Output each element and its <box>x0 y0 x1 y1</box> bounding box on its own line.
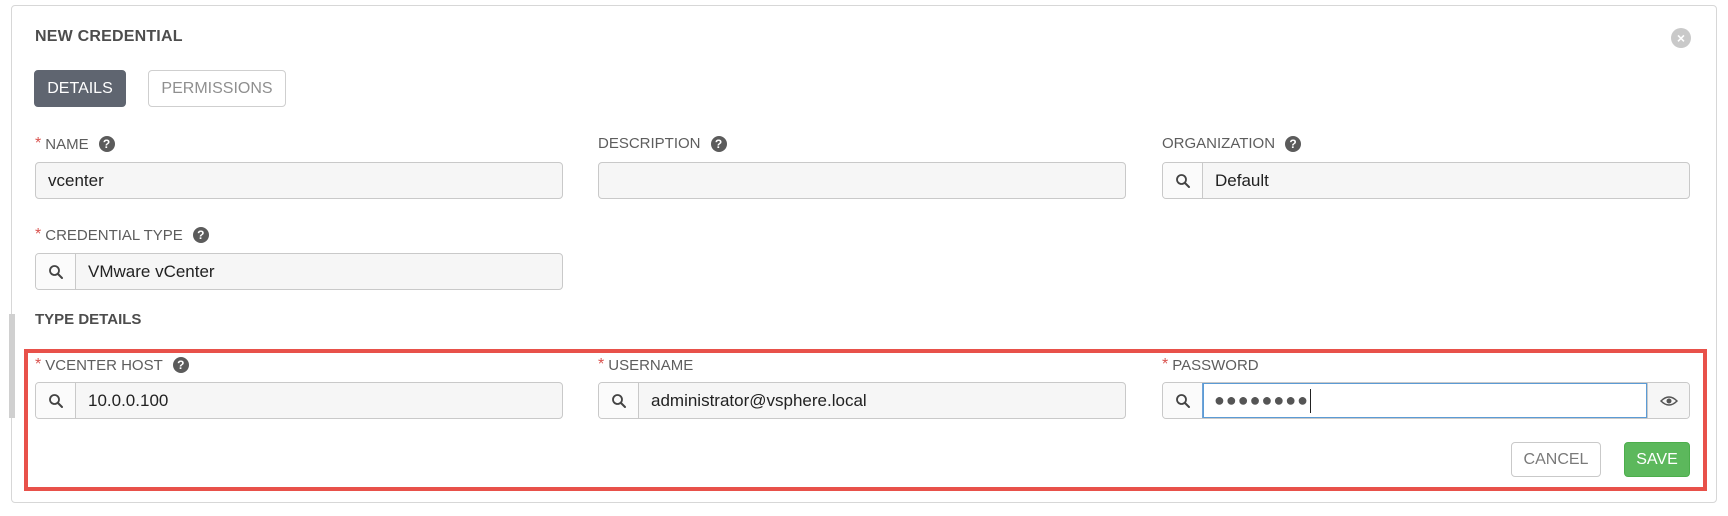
username-label-text: USERNAME <box>608 356 694 374</box>
save-button[interactable]: SAVE <box>1624 442 1690 477</box>
description-label: DESCRIPTION ? <box>598 135 727 152</box>
search-icon <box>48 264 63 279</box>
description-label-text: DESCRIPTION <box>598 135 701 152</box>
help-icon[interactable]: ? <box>710 135 727 152</box>
dialog-title: NEW CREDENTIAL <box>35 28 183 45</box>
vcenter-host-value: 10.0.0.100 <box>88 390 169 410</box>
vcenter-host-label: * VCENTER HOST ? <box>35 356 189 374</box>
help-icon[interactable]: ? <box>172 357 189 373</box>
name-label: * NAME ? <box>35 135 115 153</box>
credential-type-value: VMware vCenter <box>88 261 215 281</box>
credential-type-search-button[interactable] <box>36 254 76 289</box>
search-icon <box>48 393 63 408</box>
username-search-button[interactable] <box>599 383 639 418</box>
name-field[interactable]: vcenter <box>35 162 563 199</box>
username-value: administrator@vsphere.local <box>651 390 867 410</box>
highlight-box <box>24 349 1707 491</box>
show-password-button[interactable] <box>1647 383 1689 418</box>
description-field[interactable] <box>598 162 1126 199</box>
password-label: * PASSWORD <box>1162 356 1259 374</box>
search-icon <box>1175 173 1190 188</box>
required-marker: * <box>1162 356 1169 373</box>
name-value: vcenter <box>48 170 104 190</box>
search-icon <box>611 393 626 408</box>
password-search-button[interactable] <box>1163 383 1203 418</box>
scroll-indicator <box>9 314 15 418</box>
password-masked-value: ●●●●●●●● <box>1214 390 1309 410</box>
vcenter-host-label-text: VCENTER HOST <box>45 356 163 374</box>
required-marker: * <box>35 135 42 152</box>
credential-type-label: * CREDENTIAL TYPE ? <box>35 226 209 244</box>
credential-type-lookup-field[interactable]: VMware vCenter <box>35 253 563 290</box>
eye-icon <box>1659 395 1678 406</box>
type-details-heading: TYPE DETAILS <box>35 311 142 328</box>
tab-permissions[interactable]: PERMISSIONS <box>148 70 286 107</box>
password-label-text: PASSWORD <box>1172 356 1259 374</box>
organization-label-text: ORGANIZATION <box>1162 135 1276 152</box>
required-marker: * <box>598 356 605 373</box>
required-marker: * <box>35 226 42 243</box>
organization-value: Default <box>1215 170 1269 190</box>
organization-lookup-field[interactable]: Default <box>1162 162 1690 199</box>
search-icon <box>1175 393 1190 408</box>
organization-search-button[interactable] <box>1163 163 1203 198</box>
vcenter-host-search-button[interactable] <box>36 383 76 418</box>
password-input[interactable]: ●●●●●●●● <box>1203 383 1647 418</box>
username-field[interactable]: administrator@vsphere.local <box>598 382 1126 419</box>
required-marker: * <box>35 356 42 373</box>
text-caret <box>1309 388 1311 413</box>
cancel-button[interactable]: CANCEL <box>1511 442 1601 477</box>
credential-type-label-text: CREDENTIAL TYPE <box>45 226 183 244</box>
organization-label: ORGANIZATION ? <box>1162 135 1302 152</box>
username-label: * USERNAME <box>598 356 693 374</box>
close-icon[interactable]: × <box>1671 28 1691 48</box>
password-field[interactable]: ●●●●●●●● <box>1162 382 1690 419</box>
vcenter-host-field[interactable]: 10.0.0.100 <box>35 382 563 419</box>
help-icon[interactable]: ? <box>192 227 209 243</box>
help-icon[interactable]: ? <box>1285 135 1302 152</box>
tab-details[interactable]: DETAILS <box>34 70 126 107</box>
help-icon[interactable]: ? <box>98 136 115 152</box>
name-label-text: NAME <box>45 135 89 153</box>
